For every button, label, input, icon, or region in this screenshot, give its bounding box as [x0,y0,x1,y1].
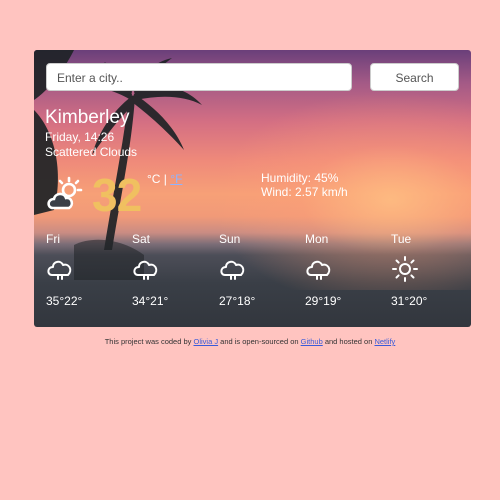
github-link[interactable]: Github [301,337,323,346]
cloud-sun-icon [47,176,83,210]
cloud-icon [306,260,331,280]
netlify-link[interactable]: Netlify [374,337,395,346]
forecast-day: Sat 34°21° [132,232,212,308]
forecast-temps: 27°18° [219,294,256,308]
humidity-text: Humidity: 45% [261,171,339,185]
cloud-icon [133,260,158,280]
unit-toggle: °C | °F [147,172,182,186]
forecast-day-name: Tue [391,232,412,246]
forecast-day-name: Sun [219,232,241,246]
wind-text: Wind: 2.57 km/h [261,185,348,199]
forecast-temps: 29°19° [305,294,342,308]
sun-icon [392,256,418,282]
search-input[interactable]: Enter a city.. [46,63,352,91]
forecast-temps: 35°22° [46,294,83,308]
weather-card: Enter a city.. Search Kimberley Friday, … [34,50,471,327]
forecast-temps: 31°20° [391,294,428,308]
footer-text: and is open-sourced on [218,337,301,346]
search-button[interactable]: Search [370,63,459,91]
forecast-row: Fri 35°22° Sat 34°21° Sun 27°18° Mon 29°… [34,232,471,322]
footer-text: and hosted on [322,337,375,346]
forecast-day-name: Sat [132,232,151,246]
forecast-day: Sun 27°18° [219,232,299,308]
celsius-unit: °C [147,172,161,186]
forecast-day-name: Fri [46,232,60,246]
weather-description: Scattered Clouds [45,145,138,159]
cloud-icon [47,260,72,280]
forecast-day: Tue 31°20° [391,232,471,308]
forecast-day: Mon 29°19° [305,232,385,308]
author-link[interactable]: Olivia J [193,337,218,346]
cloud-icon [220,260,245,280]
forecast-temps: 34°21° [132,294,169,308]
footer: This project was coded by Olivia J and i… [0,337,500,346]
current-temperature: 32 [92,169,142,221]
unit-separator: | [160,172,171,186]
current-datetime: Friday, 14:26 [45,130,115,144]
forecast-day: Fri 35°22° [46,232,126,308]
footer-text: This project was coded by [104,337,194,346]
forecast-day-name: Mon [305,232,329,246]
fahrenheit-link[interactable]: °F [170,172,182,186]
city-name: Kimberley [45,107,130,128]
